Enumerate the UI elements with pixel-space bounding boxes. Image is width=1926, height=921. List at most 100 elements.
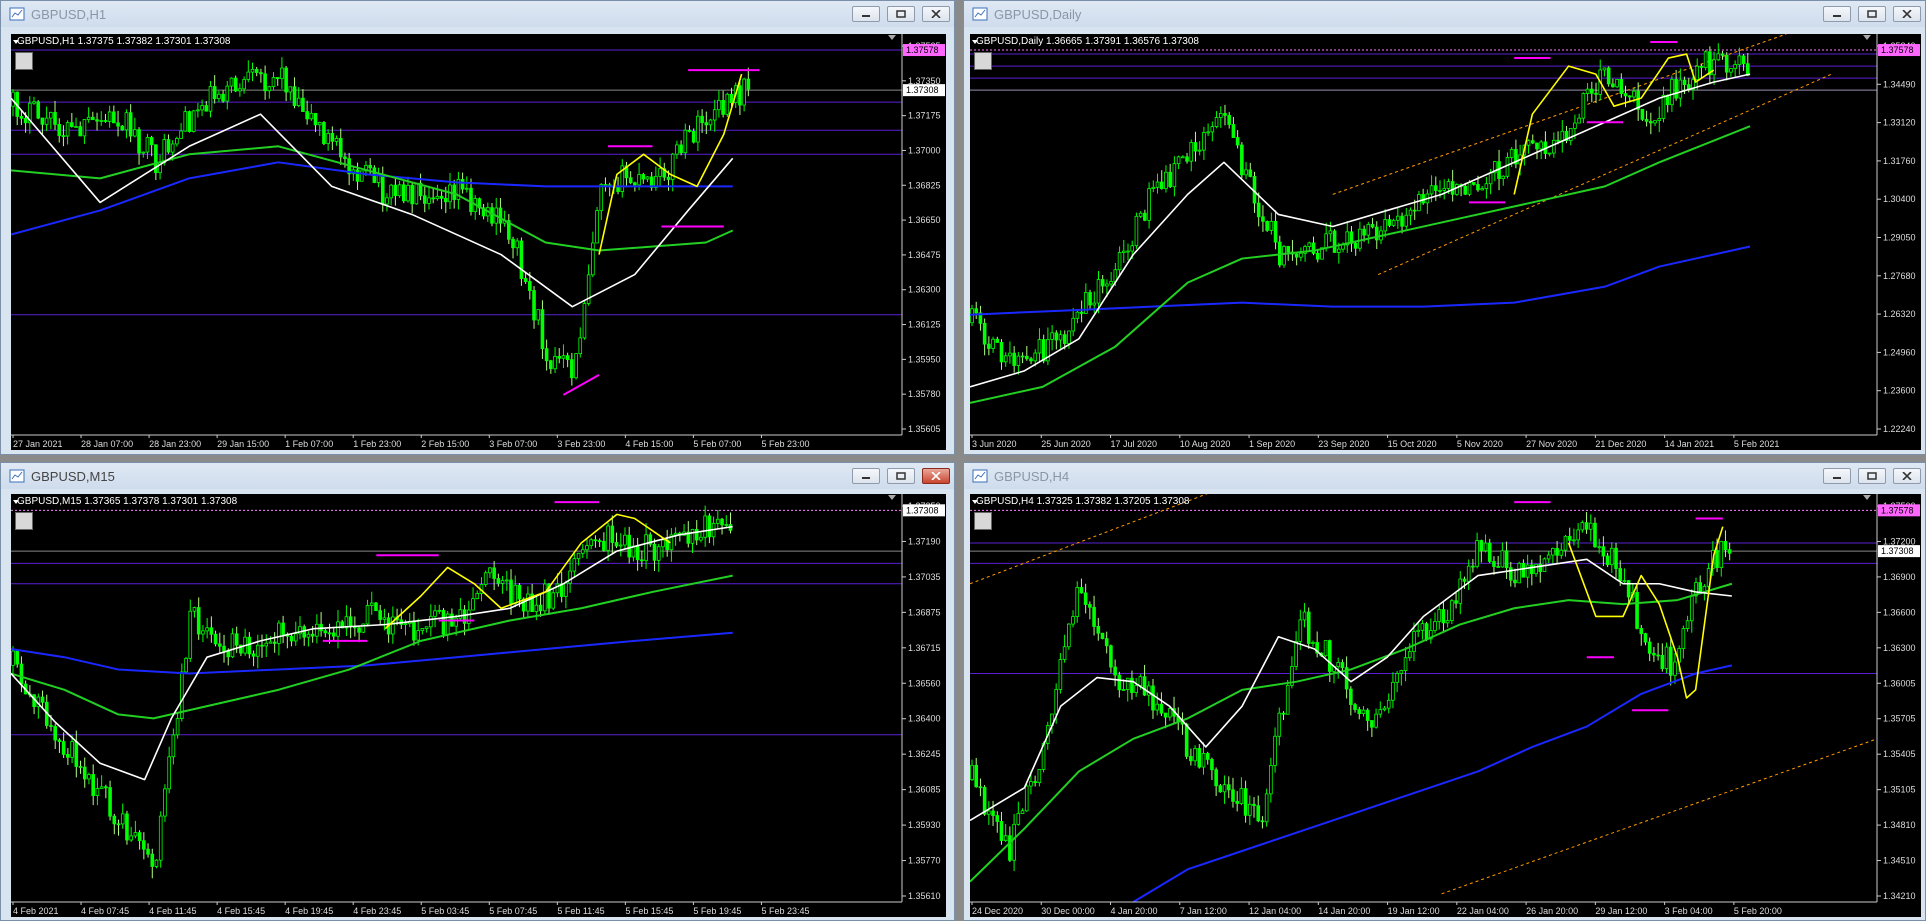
candle-body [1071,616,1075,625]
restore-icon [1867,472,1877,480]
minimize-button[interactable] [1823,6,1851,22]
hand-tool-icon[interactable] [15,512,33,530]
titlebar[interactable]: GBPUSD,Daily [964,1,1925,27]
time-label: 5 Feb 19:45 [693,906,741,916]
minimize-button[interactable] [852,468,880,484]
minimize-button[interactable] [852,6,880,22]
candle-body [700,115,704,124]
time-label: 10 Aug 2020 [1180,439,1231,449]
hand-tool-icon[interactable] [974,512,992,530]
time-label: 3 Feb 04:00 [1665,906,1713,916]
candle-body [260,644,264,647]
candle-body [1176,156,1181,165]
candle-body [1159,181,1164,190]
candle-body [1337,248,1341,253]
candle-body [1285,684,1290,715]
candle-body [264,642,269,647]
candle-body [1079,587,1084,594]
candle-body [150,853,155,867]
candle-body [544,348,549,362]
hand-tool-icon[interactable] [974,52,992,70]
chart-area[interactable]: 1.375001.372001.369001.366001.363001.360… [970,494,1921,917]
close-button[interactable] [922,6,950,22]
time-label: 3 Feb 23:00 [557,439,605,449]
window-title: GBPUSD,H1 [31,6,107,22]
candle-body [1370,720,1374,728]
candle-body [1429,185,1434,195]
candle-body [721,100,725,115]
candle-body [382,617,387,620]
close-button[interactable] [1893,6,1921,22]
window-h1[interactable]: GBPUSD,H1 1.375251.373501.371751.370001.… [0,0,955,455]
time-label: 15 Oct 2020 [1388,439,1437,449]
chart-app-icon [9,469,25,483]
candle-body [272,641,277,644]
candle-body [593,539,598,542]
candle-body [112,111,116,124]
titlebar[interactable]: GBPUSD,H4 [964,463,1925,489]
candle-body [458,609,463,619]
candle-body [1299,252,1303,258]
candle-body [330,133,335,142]
shift-marker-icon [1863,495,1871,500]
candle-body [129,835,133,841]
candle-body [74,741,79,767]
candle-body [1075,311,1080,319]
window-h4[interactable]: GBPUSD,H4 1.375001.372001.369001.366001.… [963,462,1926,921]
restore-button[interactable] [1858,6,1886,22]
price-label: 1.34210 [1883,891,1916,901]
candle-body [1201,753,1206,768]
candle-body [565,355,570,361]
candle-body [1054,689,1058,715]
window-title: GBPUSD,H4 [994,468,1070,484]
hand-tool-icon[interactable] [15,52,33,70]
candle-body [19,116,24,119]
time-label: 2 Feb 15:00 [421,439,469,449]
chart-area[interactable]: 1.373501.371901.370351.368751.367151.365… [11,494,946,917]
candle-body [1471,182,1476,185]
candle-body [1471,565,1475,568]
restore-button[interactable] [1858,468,1886,484]
candle-body [317,122,322,126]
titlebar[interactable]: GBPUSD,H1 [1,1,954,27]
candle-body [1071,317,1075,332]
candle-body [978,786,983,789]
close-button[interactable] [1893,468,1921,484]
candle-body [666,176,671,180]
candle-body [99,120,104,122]
candle-body [1210,758,1214,771]
chart-area[interactable]: 1.358401.344901.331201.317601.304001.290… [970,34,1921,450]
candle-body [1302,611,1307,621]
close-button[interactable] [922,468,950,484]
candle-body [1121,689,1126,691]
price-label: 1.36125 [908,320,941,330]
window-m15[interactable]: GBPUSD,M15 1.373501.371901.370351.368751… [0,462,955,921]
window-daily[interactable]: GBPUSD,Daily 1.358401.344901.331201.3176… [963,0,1926,455]
candle-body [1567,535,1572,541]
candle-body [640,559,644,562]
chart-area[interactable]: 1.375251.373501.371751.370001.368251.366… [11,34,946,450]
candle-body [999,821,1004,841]
candle-body [549,360,553,370]
candle-body [1463,185,1468,195]
candle-body [1003,835,1008,841]
minimize-button[interactable] [1823,468,1851,484]
candle-body [437,609,442,612]
candle-body [1526,140,1531,146]
time-label: 5 Nov 2020 [1457,439,1503,449]
restore-button[interactable] [887,468,915,484]
candle-body [1674,79,1678,99]
price-label: 1.36245 [908,749,941,759]
candle-body [699,536,703,541]
candle-body [1269,765,1273,795]
candle-body [641,174,646,180]
candle-body [108,787,112,817]
shift-marker-icon [1863,35,1871,40]
titlebar[interactable]: GBPUSD,M15 [1,463,954,489]
ma-white-line [11,525,733,781]
time-label: 5 Feb 20:00 [1734,906,1782,916]
restore-button[interactable] [887,6,915,22]
candle-body [1020,810,1025,814]
candle-body [1593,522,1597,548]
candle-body [538,604,543,612]
